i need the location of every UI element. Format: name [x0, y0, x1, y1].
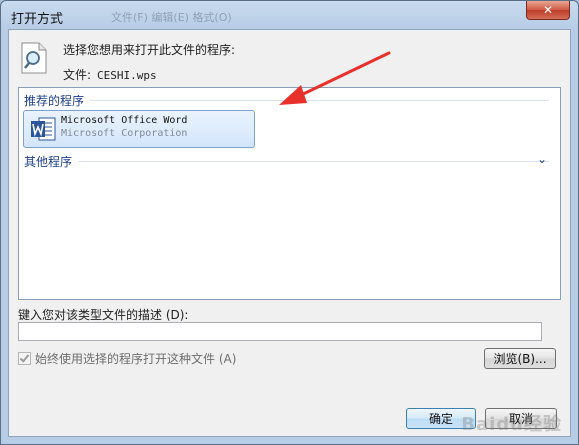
watermark-logo: Baidu经验: [461, 414, 562, 435]
open-with-dialog: 打开方式 文件(F) 编辑(E) 格式(O) ✕ 选择您想用来打开此文件的程序:…: [0, 0, 579, 445]
red-annotation-arrow: [279, 51, 391, 105]
